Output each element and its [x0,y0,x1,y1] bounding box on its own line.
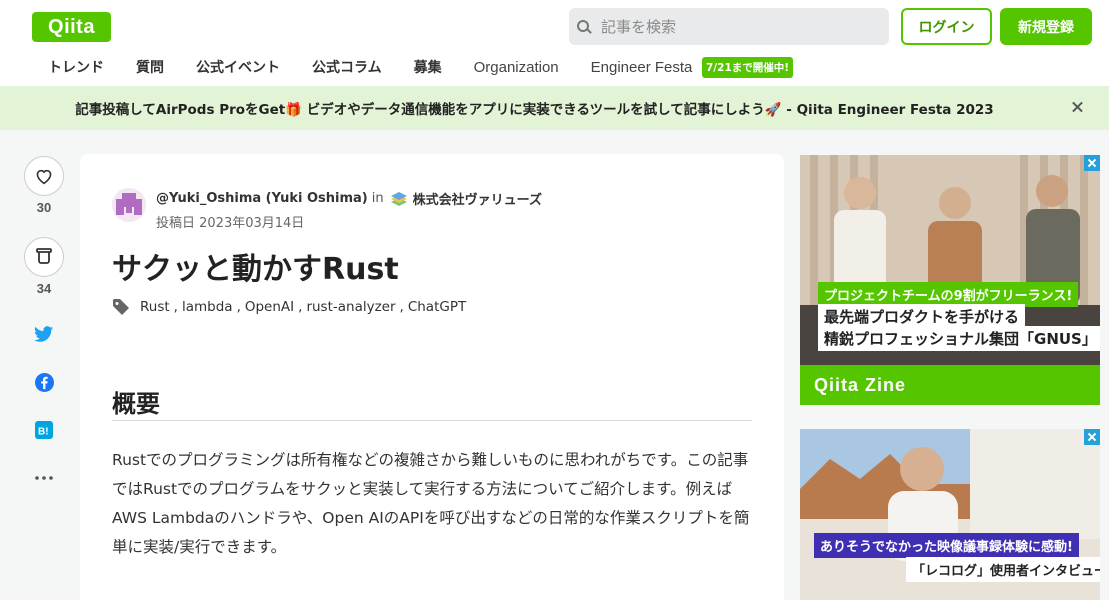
ad-close-icon[interactable] [1084,429,1100,445]
hatena-bookmark-icon: B! [35,421,53,439]
main-nav: トレンド 質問 公式イベント 公式コラム 募集 Organization Eng… [32,52,708,82]
stock-count: 34 [36,281,52,296]
tag-openai[interactable]: OpenAI [245,299,294,315]
author-avatar[interactable] [112,188,146,222]
stock-button[interactable] [24,237,64,277]
like-button[interactable] [24,156,64,196]
more-icon [35,476,53,480]
tag-sep: , [173,299,178,315]
ad2-headline: ありそうでなかった映像議事録体験に感動! [814,533,1079,558]
login-button[interactable]: ログイン [901,8,992,45]
svg-text:B!: B! [38,427,49,438]
nav-item-organization[interactable]: Organization [458,59,575,76]
facebook-share-button[interactable] [33,371,55,393]
tag-chatgpt[interactable]: ChatGPT [408,299,466,315]
avatar-pattern-icon [112,188,146,222]
heart-icon [36,169,52,185]
qiita-logo[interactable]: Qiita [32,12,111,42]
article-body: Rustでのプログラミングは所有権などの複雑さから難しいものに思われがちです。こ… [112,451,750,556]
ad2-subline: 「レコログ」使用者インタビュー [906,557,1100,582]
heading-divider [112,420,752,421]
nav-item-engineer-festa[interactable]: Engineer Festa [575,59,709,76]
in-label: in [371,191,384,206]
like-count: 30 [36,200,52,215]
search-input[interactable] [601,17,871,36]
tag-sep: , [399,299,404,315]
announcement-banner[interactable]: 記事投稿してAirPods ProをGet🎁 ビデオやデータ通信機能をアプリに実… [0,86,1109,130]
ad1-subline-2: 精鋭プロフェッショナル集団「GNUS」 [818,326,1100,351]
facebook-icon [34,372,54,392]
tag-icon [113,299,129,315]
organization-icon [390,191,407,206]
article-title: サクッと動かすRust [112,252,399,287]
ad-banner-recolog[interactable]: ありそうでなかった映像議事録体験に感動! 「レコログ」使用者インタビュー [800,429,1100,600]
close-icon[interactable] [1069,98,1087,116]
tag-sep: , [236,299,241,315]
nav-item-questions[interactable]: 質問 [120,57,180,77]
tag-list: Rust, lambda, OpenAI, rust-analyzer, Cha… [112,298,470,316]
signup-button[interactable]: 新規登録 [1000,8,1092,45]
author-link[interactable]: @Yuki_Oshima (Yuki Oshima) [156,191,368,206]
nav-item-trend[interactable]: トレンド [32,57,120,77]
tag-rust-analyzer[interactable]: rust-analyzer [306,299,395,315]
ad-close-icon[interactable] [1084,155,1100,171]
hatena-share-button[interactable]: B! [33,419,55,441]
post-date: 投稿日 2023年03月14日 [156,216,305,231]
more-options-button[interactable] [33,467,55,489]
tag-sep: , [298,299,303,315]
nav-item-official-columns[interactable]: 公式コラム [296,57,398,77]
twitter-icon [34,325,54,342]
section-heading: 概要 [112,390,160,418]
article-card: @Yuki_Oshima (Yuki Oshima) in 株式会社ヴァリューズ… [80,154,784,600]
organization-link[interactable]: 株式会社ヴァリューズ [413,189,542,208]
site-header: Qiita ログイン 新規登録 トレンド 質問 公式イベント 公式コラム 募集 … [0,0,1109,86]
ad1-footer: Qiita Zine [800,365,1100,405]
tag-lambda[interactable]: lambda [182,299,233,315]
author-line: @Yuki_Oshima (Yuki Oshima) in 株式会社ヴァリューズ [156,189,542,208]
stock-icon [36,248,52,264]
nav-item-recruiting[interactable]: 募集 [398,57,458,77]
nav-item-official-events[interactable]: 公式イベント [180,57,296,77]
qiita-zine-logo: Qiita Zine [814,375,907,395]
tag-rust[interactable]: Rust [140,299,170,315]
twitter-share-button[interactable] [33,323,55,345]
festa-badge: 7/21まで開催中! [702,57,794,78]
banner-text[interactable]: 記事投稿してAirPods ProをGet🎁 ビデオやデータ通信機能をアプリに実… [75,98,993,118]
search-box[interactable] [569,8,889,45]
search-icon [577,19,591,34]
ad-banner-gnus[interactable]: プロジェクトチームの9割がフリーランス! 最先端プロダクトを手がける 精鋭プロフ… [800,155,1100,405]
